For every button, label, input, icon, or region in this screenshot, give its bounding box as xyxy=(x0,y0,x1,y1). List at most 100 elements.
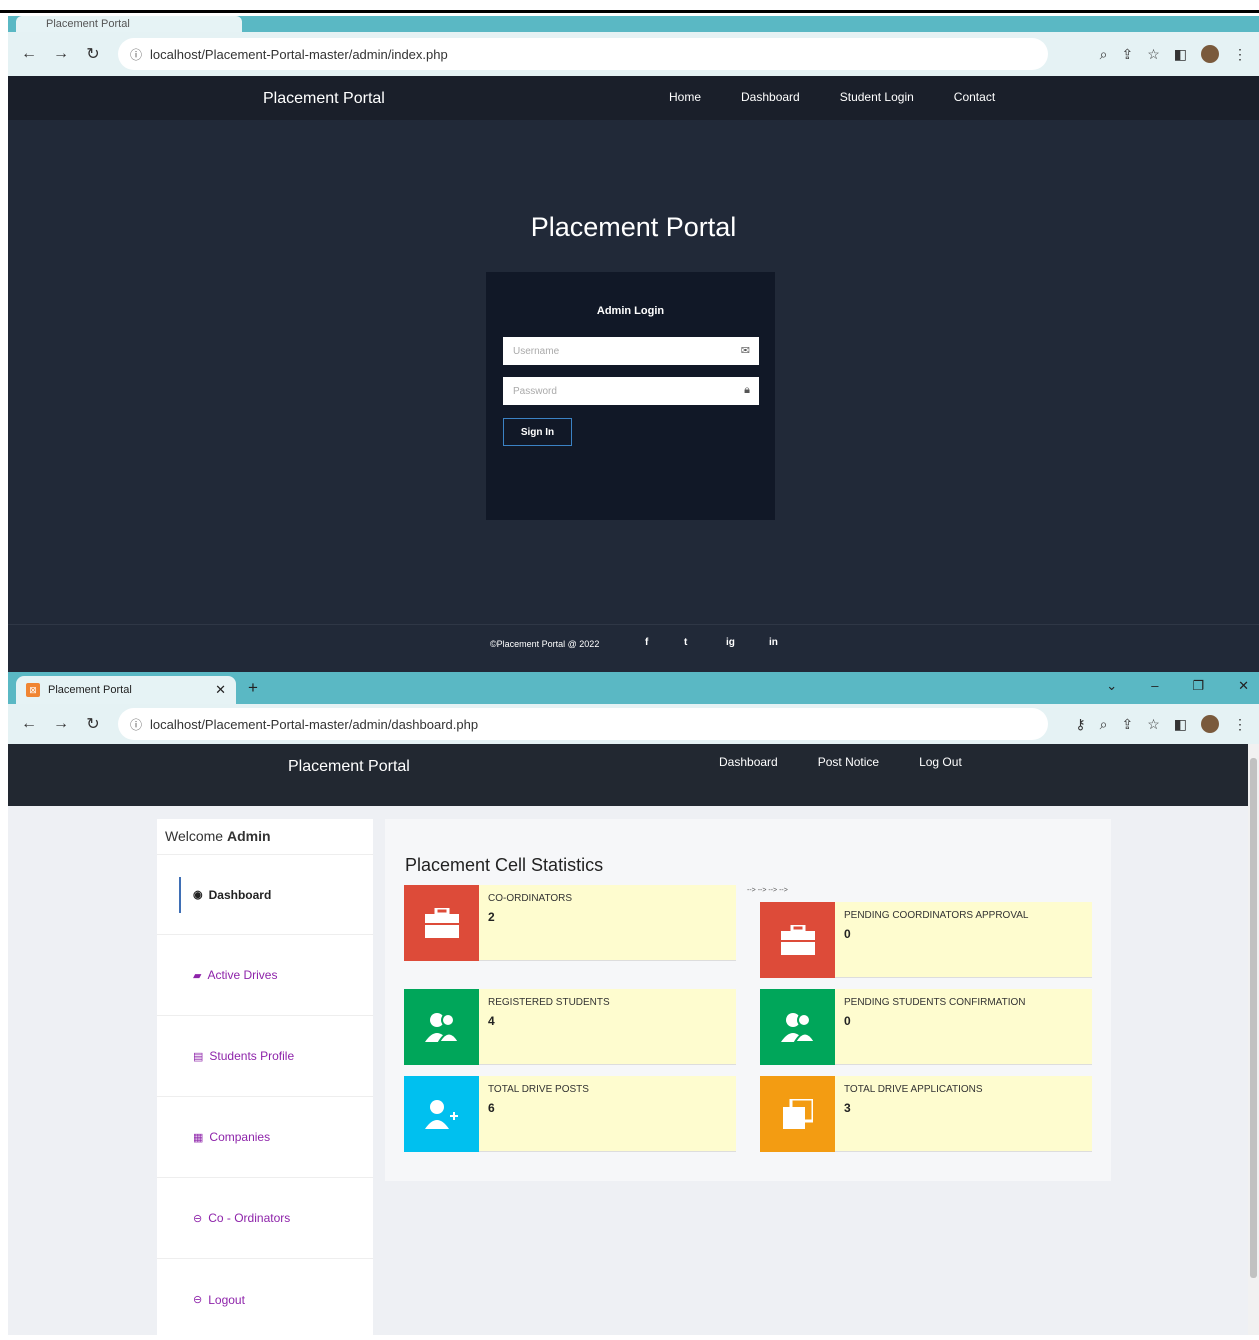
user-plus-icon xyxy=(424,1100,458,1129)
stat-card-pending-coordinators: PENDING COORDINATORS APPROVAL 0 xyxy=(760,902,1092,978)
sidebar-item-label: Active Drives xyxy=(207,968,278,982)
stat-card-drive-applications: TOTAL DRIVE APPLICATIONS 3 xyxy=(760,1076,1092,1152)
key-icon[interactable]: ⚷ xyxy=(1075,716,1085,733)
tab-strip: ⊠ Placement Portal ✕ + ⌄ – ❐ ✕ xyxy=(8,672,1259,704)
twitter-icon[interactable]: t xyxy=(684,637,687,648)
zoom-icon[interactable]: ⌕ xyxy=(1100,46,1108,63)
sidebar-item-label: Students Profile xyxy=(209,1049,295,1063)
sidebar-item-label: Dashboard xyxy=(208,887,272,902)
info-icon[interactable]: ⓘ xyxy=(130,716,142,733)
sidebar-item-active-drives[interactable]: ▰ Active Drives xyxy=(157,935,373,1016)
reload-icon[interactable]: ↻ xyxy=(82,44,104,64)
restore-icon[interactable]: ❐ xyxy=(1192,678,1204,694)
address-bar: ← → ↻ ⓘ localhost/Placement-Portal-maste… xyxy=(8,704,1259,744)
forward-icon[interactable]: → xyxy=(50,715,72,733)
stat-card-pending-students: PENDING STUDENTS CONFIRMATION 0 xyxy=(760,989,1092,1065)
new-tab-icon[interactable]: + xyxy=(248,678,258,698)
arrows-note: --> --> --> --> xyxy=(747,887,788,894)
nav-student-login[interactable]: Student Login xyxy=(840,90,914,104)
nav-log-out[interactable]: Log Out xyxy=(919,755,962,769)
sidebar-item-dashboard[interactable]: ◉ Dashboard xyxy=(157,855,373,935)
stat-value: 6 xyxy=(488,1101,495,1115)
close-window-icon[interactable]: ✕ xyxy=(1238,678,1249,694)
side-panel-icon[interactable]: ◧ xyxy=(1174,716,1187,733)
sidebar-item-students-profile[interactable]: ▤ Students Profile xyxy=(157,1016,373,1097)
page-scrollbar[interactable] xyxy=(1248,744,1259,1335)
menu-icon[interactable]: ⋮ xyxy=(1233,716,1247,733)
forward-icon[interactable]: → xyxy=(50,45,72,63)
reload-icon[interactable]: ↻ xyxy=(82,714,104,734)
stat-icon-box xyxy=(404,1076,479,1152)
nav-dashboard[interactable]: Dashboard xyxy=(741,90,800,104)
stat-label: PENDING COORDINATORS APPROVAL xyxy=(844,910,1029,921)
url-text: localhost/Placement-Portal-master/admin/… xyxy=(150,716,479,732)
sidebar-item-companies[interactable]: ▦ Companies xyxy=(157,1097,373,1178)
side-panel-icon[interactable]: ◧ xyxy=(1174,46,1187,63)
browser-tab[interactable]: Placement Portal xyxy=(16,16,242,32)
nav-post-notice[interactable]: Post Notice xyxy=(818,755,879,769)
window-controls: ⌄ – ❐ ✕ xyxy=(1106,678,1249,694)
stat-label: CO-ORDINATORS xyxy=(488,893,573,904)
sidebar-item-co-ordinators[interactable]: ⊖ Co - Ordinators xyxy=(157,1178,373,1259)
linkedin-icon[interactable]: in xyxy=(769,637,778,648)
welcome-prefix: Welcome xyxy=(165,828,224,844)
instagram-icon[interactable]: ig xyxy=(726,637,735,648)
admin-sidebar: Welcome Admin ◉ Dashboard ▰ Active Drive… xyxy=(157,819,373,1335)
hero-title: Placement Portal xyxy=(530,212,737,242)
profile-avatar[interactable] xyxy=(1201,715,1219,733)
admin-login-form: Admin Login ✉ 🔒︎ Sign In xyxy=(486,272,775,520)
url-text: localhost/Placement-Portal-master/admin/… xyxy=(150,46,448,62)
sidebar-item-label: Companies xyxy=(209,1130,271,1144)
browser-tab[interactable]: ⊠ Placement Portal ✕ xyxy=(16,676,236,704)
share-icon[interactable]: ⇪ xyxy=(1121,46,1133,63)
facebook-icon[interactable]: f xyxy=(645,637,648,648)
nav-links: Dashboard Post Notice Log Out xyxy=(719,755,962,769)
welcome-text: Welcome Admin xyxy=(157,819,373,855)
stat-value: 2 xyxy=(488,910,495,924)
username-field-wrap: ✉ xyxy=(503,337,759,365)
back-icon[interactable]: ← xyxy=(18,45,40,63)
username-input[interactable] xyxy=(513,345,723,357)
stat-icon-box xyxy=(760,989,835,1065)
nav-contact[interactable]: Contact xyxy=(954,90,995,104)
site-footer: ©Placement Portal @ 2022 f t ig in xyxy=(8,624,1259,672)
sidebar-item-label: Logout xyxy=(208,1292,245,1307)
login-heading: Admin Login xyxy=(596,305,665,317)
scrollbar-thumb[interactable] xyxy=(1250,758,1257,1278)
info-icon[interactable]: ⓘ xyxy=(130,46,142,63)
nav-home[interactable]: Home xyxy=(669,90,701,104)
menu-icon[interactable]: ⋮ xyxy=(1233,46,1247,63)
back-icon[interactable]: ← xyxy=(18,715,40,733)
bookmark-star-icon[interactable]: ☆ xyxy=(1147,716,1160,733)
site-navbar: Placement Portal Home Dashboard Student … xyxy=(8,76,1259,120)
bookmark-star-icon[interactable]: ☆ xyxy=(1147,46,1160,63)
close-tab-icon[interactable]: ✕ xyxy=(215,682,226,698)
id-card-icon: ▤ xyxy=(193,1050,204,1063)
nav-links: Home Dashboard Student Login Contact xyxy=(669,90,995,104)
nav-dashboard[interactable]: Dashboard xyxy=(719,755,778,769)
tab-search-icon[interactable]: ⌄ xyxy=(1106,678,1117,694)
statistics-panel: Placement Cell Statistics --> --> --> --… xyxy=(385,819,1111,1181)
users-icon xyxy=(780,1013,815,1042)
minimize-icon[interactable]: – xyxy=(1151,678,1158,694)
address-bar: ← → ↻ ⓘ localhost/Placement-Portal-maste… xyxy=(8,32,1259,76)
profile-avatar[interactable] xyxy=(1201,45,1219,63)
crop-edge xyxy=(0,0,1259,16)
share-icon[interactable]: ⇪ xyxy=(1121,716,1133,733)
sign-in-button[interactable]: Sign In xyxy=(503,418,572,446)
brand-link[interactable]: Placement Portal xyxy=(263,90,385,108)
url-field[interactable]: ⓘ localhost/Placement-Portal-master/admi… xyxy=(118,38,1048,70)
arrow-circle-icon: ⊖ xyxy=(193,1212,203,1225)
arrow-circle-icon: ⊖ xyxy=(193,1294,203,1306)
tab-title: Placement Portal xyxy=(46,18,130,30)
url-field[interactable]: ⓘ localhost/Placement-Portal-master/admi… xyxy=(118,708,1048,740)
password-input[interactable] xyxy=(513,385,723,397)
site-navbar: Placement Portal Dashboard Post Notice L… xyxy=(8,744,1259,806)
zoom-icon[interactable]: ⌕ xyxy=(1100,716,1108,733)
brand-link[interactable]: Placement Portal xyxy=(288,758,410,776)
login-window: Placement Portal ← → ↻ ⓘ localhost/Place… xyxy=(0,0,1259,672)
stats-title: Placement Cell Statistics xyxy=(405,855,604,875)
lock-icon: 🔒︎ xyxy=(744,384,750,396)
stat-value: 0 xyxy=(844,1014,851,1028)
sidebar-item-logout[interactable]: ⊖ Logout xyxy=(157,1259,373,1340)
